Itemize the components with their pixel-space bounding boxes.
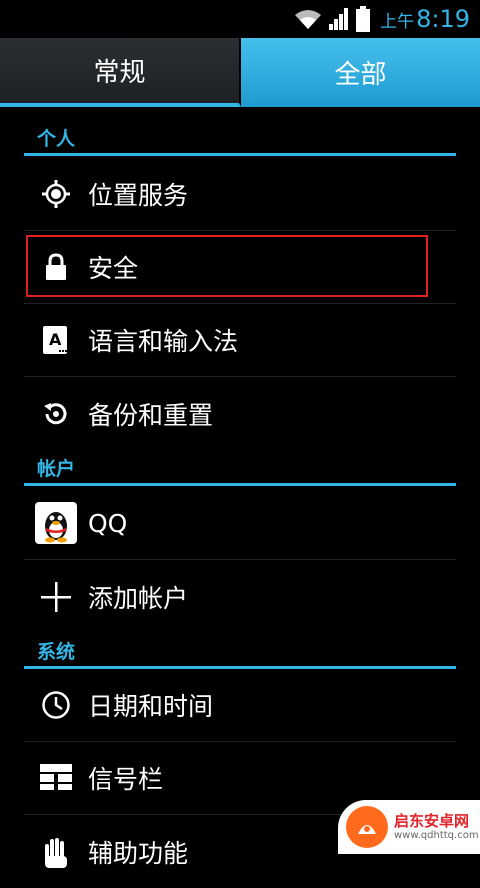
settings-item-date-time[interactable]: 日期和时间 <box>24 669 456 742</box>
settings-item-label: 位置服务 <box>88 181 189 210</box>
settings-item-label: 日期和时间 <box>88 692 214 721</box>
watermark-logo-icon <box>346 806 388 848</box>
signal-bar-icon <box>24 742 88 815</box>
settings-item-label: 语言和输入法 <box>88 327 239 356</box>
settings-item-security[interactable]: 安全 <box>24 231 456 304</box>
location-icon <box>24 158 88 231</box>
watermark-url: www.qdhttq.com <box>394 830 479 841</box>
status-time: 8:19 <box>416 5 470 33</box>
settings-item-add-account[interactable]: 添加帐户 <box>24 560 456 633</box>
status-bar: 上午 8:19 <box>0 0 480 38</box>
settings-item-label: 添加帐户 <box>88 583 189 613</box>
tab-all-label: 全部 <box>334 60 387 90</box>
hand-icon <box>24 815 88 888</box>
settings-item-label: QQ <box>88 508 128 538</box>
section-label: 个人 <box>37 128 76 150</box>
tab-general[interactable]: 常规 <box>0 38 241 107</box>
battery-icon <box>356 6 371 32</box>
settings-item-label: 安全 <box>88 254 139 283</box>
settings-item-label: 信号栏 <box>88 765 164 794</box>
status-ampm: 上午 <box>380 12 415 32</box>
section-header-accounts: 帐户 <box>24 458 456 486</box>
section-label: 系统 <box>37 641 76 663</box>
signal-icon <box>328 7 350 31</box>
wifi-icon <box>294 8 322 30</box>
settings-item-label: 备份和重置 <box>88 400 214 430</box>
settings-item-location[interactable]: 位置服务 <box>24 158 456 231</box>
language-icon: A <box>24 304 88 377</box>
settings-item-label: 辅助功能 <box>88 838 189 868</box>
clock-icon <box>24 669 88 742</box>
qq-penguin-icon <box>24 487 88 560</box>
settings-item-language-input[interactable]: A 语言和输入法 <box>24 304 456 377</box>
tab-general-label: 常规 <box>93 58 146 88</box>
watermark: 启东安卓网 www.qdhttq.com <box>338 800 480 854</box>
svg-text:A: A <box>49 330 62 349</box>
section-header-personal: 个人 <box>24 128 456 156</box>
status-clock: 上午 8:19 <box>380 5 470 33</box>
settings-item-qq-account[interactable]: QQ <box>24 487 456 560</box>
settings-item-backup-reset[interactable]: 备份和重置 <box>24 377 456 450</box>
watermark-title: 启东安卓网 <box>394 812 470 830</box>
tab-bar: 常规 全部 <box>0 38 480 107</box>
section-label: 帐户 <box>37 458 76 480</box>
tab-all[interactable]: 全部 <box>241 38 480 107</box>
plus-icon <box>24 560 88 633</box>
backup-restore-icon <box>24 377 88 450</box>
lock-icon <box>24 231 88 304</box>
section-header-system: 系统 <box>24 641 456 669</box>
